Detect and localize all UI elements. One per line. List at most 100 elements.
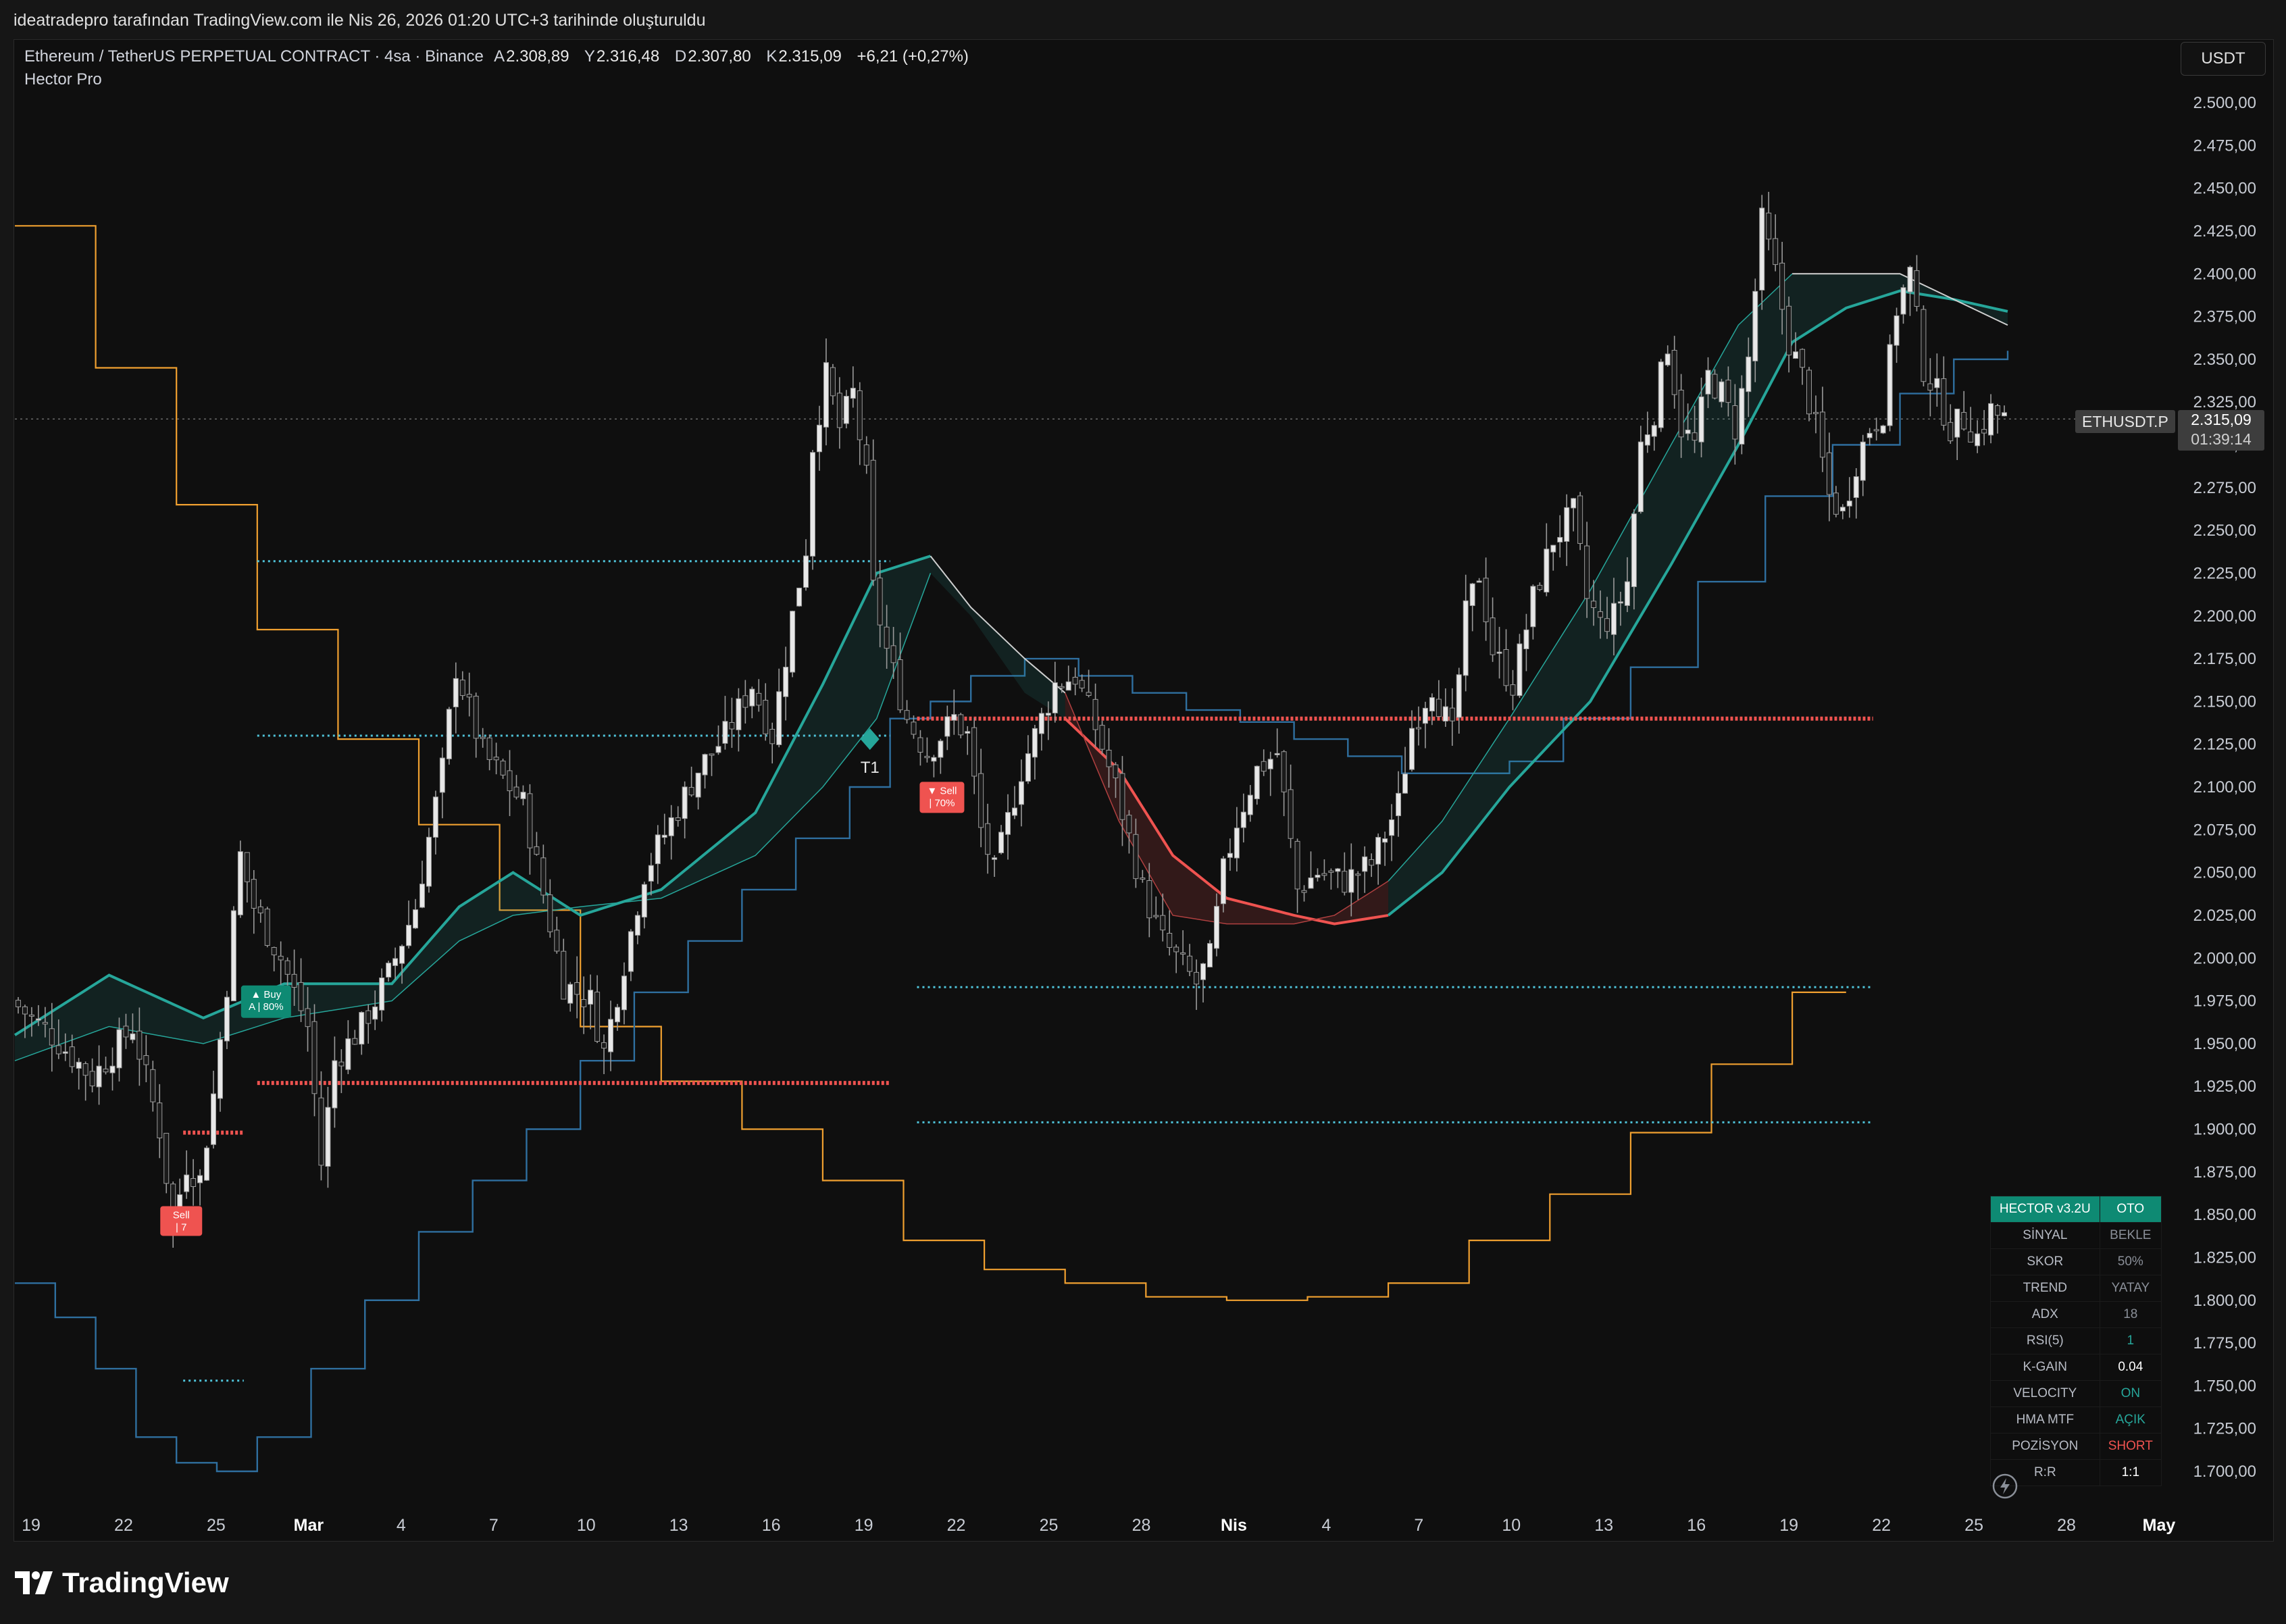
candle-body	[1065, 681, 1071, 691]
candle-body	[958, 714, 964, 736]
candle-body	[843, 396, 849, 424]
candle-body	[729, 722, 735, 730]
candle-body	[379, 978, 385, 1011]
candle-body	[1476, 580, 1482, 583]
indicator-legend[interactable]: Hector Pro	[24, 70, 102, 89]
candle-body	[399, 946, 405, 964]
candle-body	[715, 746, 721, 753]
currency-button[interactable]: USDT	[2181, 42, 2266, 76]
candle-body	[473, 696, 479, 739]
candle-body	[1934, 378, 1940, 388]
candle-body	[1321, 873, 1327, 876]
table-row: POZİSYON SHORT	[1990, 1433, 2162, 1460]
close-label: K	[766, 47, 778, 66]
candle-body	[318, 1097, 324, 1166]
candle-body	[49, 1028, 55, 1046]
candle-body	[836, 392, 842, 428]
candle-body	[588, 990, 594, 1005]
candle-body	[1079, 680, 1085, 689]
candle-body	[1119, 773, 1125, 820]
candle-body	[96, 1065, 102, 1088]
candle-body	[1294, 840, 1300, 890]
candle-body	[1685, 429, 1691, 434]
candle-body	[1140, 878, 1146, 880]
candle-body	[406, 925, 412, 946]
candle-body	[897, 659, 903, 711]
candle-body	[42, 1021, 48, 1025]
candle-body	[1240, 811, 1246, 828]
price-chart[interactable]: 2.500,00 2.475,00 2.450,00 2.425,00 2.400,00…	[0, 0, 2286, 1624]
candle-body	[1463, 600, 1469, 676]
candle-body	[648, 865, 654, 882]
candle-body	[1382, 838, 1388, 843]
x-tick-label: 19	[1779, 1516, 1798, 1535]
table-row-value: BEKLE	[2099, 1222, 2162, 1249]
candle-body	[1005, 812, 1011, 835]
candle-body	[561, 950, 567, 1000]
table-row: ADX 18	[1990, 1301, 2162, 1328]
candle-body	[82, 1063, 88, 1076]
candle-body	[904, 710, 910, 720]
candle-body	[1948, 422, 1954, 442]
candle-body	[1126, 815, 1132, 834]
tradingview-logo[interactable]: TradingView	[15, 1566, 229, 1600]
x-tick-label: 7	[489, 1516, 499, 1535]
table-row-key: TREND	[1990, 1275, 2100, 1302]
candle-body	[749, 688, 755, 707]
candle-body	[863, 445, 869, 466]
candle-body	[1011, 807, 1017, 816]
candle-body	[1584, 545, 1590, 599]
candle-body	[1369, 859, 1375, 866]
x-tick-label: 28	[1132, 1516, 1151, 1535]
candle-body	[1408, 728, 1415, 770]
candle-body	[1422, 707, 1428, 724]
candle-body	[763, 700, 769, 734]
candle-body	[1247, 794, 1253, 815]
open-value: 2.308,89	[506, 47, 569, 66]
candle-body	[507, 770, 513, 792]
candle-body	[547, 894, 553, 932]
candle-body	[1954, 408, 1960, 438]
candle-body	[359, 1012, 365, 1045]
candle-body	[884, 626, 890, 649]
lightning-icon[interactable]	[1991, 1473, 2018, 1500]
candle-body	[655, 834, 661, 865]
y-tick-label: 2.250,00	[2193, 522, 2256, 540]
candle-body	[1133, 834, 1139, 880]
candle-body	[1995, 405, 2001, 416]
candle-body	[1415, 727, 1421, 730]
candle-body	[796, 587, 803, 607]
candle-body	[1975, 433, 1981, 447]
candle-body	[432, 796, 438, 838]
candle-body	[513, 786, 519, 798]
candle-body	[924, 755, 930, 759]
candle-body	[76, 1061, 82, 1069]
change-value: +6,21 (+0,27%)	[857, 47, 969, 66]
candle-body	[1045, 713, 1051, 716]
candle-body	[230, 910, 236, 1002]
x-tick-label: Mar	[294, 1516, 324, 1535]
candle-body	[1665, 353, 1671, 365]
candle-body	[1274, 753, 1280, 755]
sell-signal-label-text: | 7	[176, 1221, 186, 1233]
candle-body	[109, 1065, 116, 1073]
candle-body	[157, 1102, 163, 1138]
candle-body	[1826, 452, 1832, 495]
candle-body	[486, 737, 492, 760]
candle-body	[965, 731, 971, 734]
table-row-key: POZİSYON	[1990, 1433, 2100, 1460]
y-tick-label: 1.975,00	[2193, 992, 2256, 1011]
x-tick-label: 4	[397, 1516, 406, 1535]
symbol-price-label: ETHUSDT.P	[2075, 410, 2175, 433]
candle-body	[264, 909, 270, 946]
candle-body	[184, 1174, 190, 1192]
symbol-title[interactable]: Ethereum / TetherUS PERPETUAL CONTRACT ·…	[24, 47, 484, 66]
candle-body	[392, 958, 399, 966]
y-tick-label: 1.750,00	[2193, 1377, 2256, 1395]
candle-body	[917, 737, 923, 753]
candle-body	[1839, 507, 1846, 511]
candle-body	[1692, 432, 1698, 441]
last-price-value: 2.315,09	[2191, 411, 2252, 428]
y-tick-label: 2.425,00	[2193, 222, 2256, 240]
y-tick-label: 1.875,00	[2193, 1163, 2256, 1182]
